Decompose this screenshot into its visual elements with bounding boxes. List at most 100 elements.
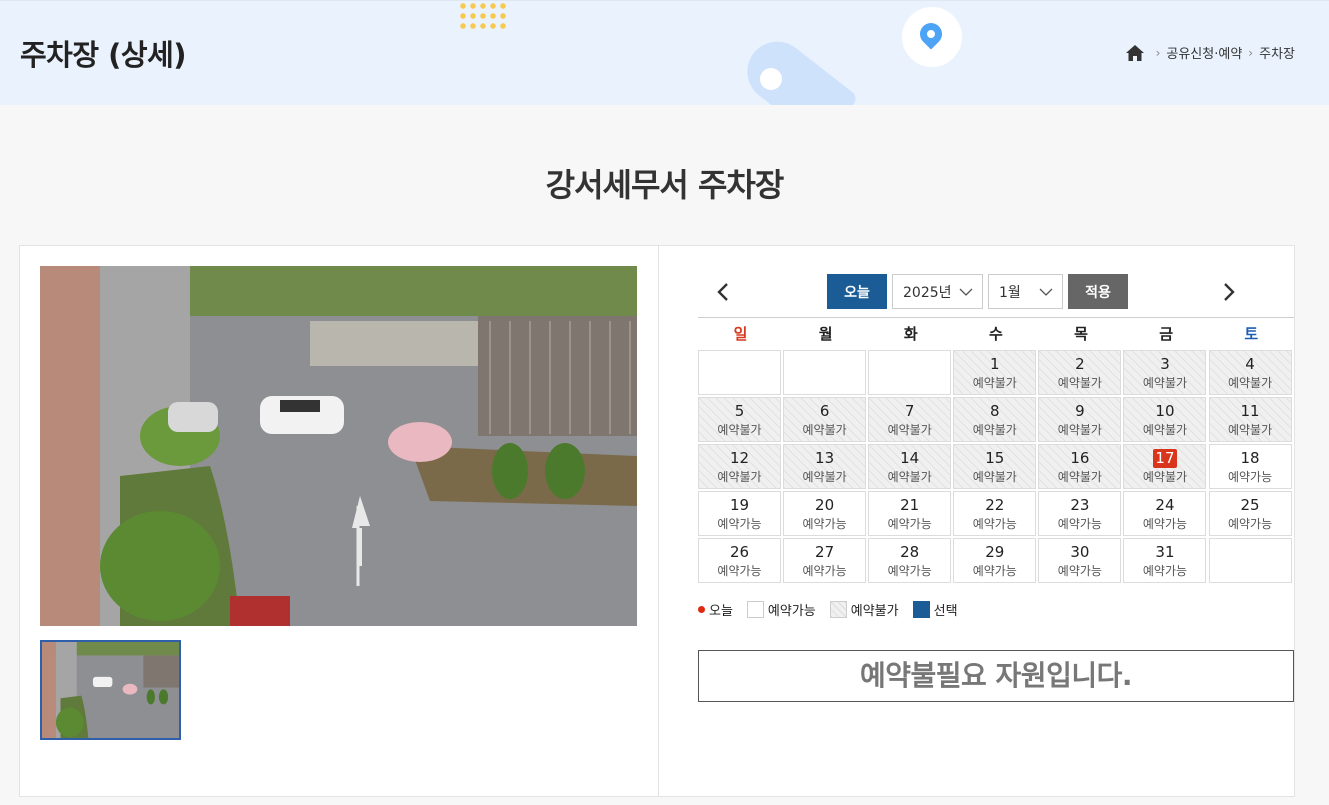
- calendar-day-24[interactable]: 24 예약가능: [1123, 491, 1207, 536]
- day-number: 29: [985, 543, 1005, 561]
- day-status: 예약가능: [1227, 470, 1273, 484]
- day-status: 예약가능: [717, 564, 762, 578]
- legend-available: 예약가능: [746, 600, 816, 619]
- calendar-empty-cell: [698, 350, 781, 395]
- month-select[interactable]: 1월: [988, 274, 1063, 309]
- today-button[interactable]: 오늘: [827, 274, 887, 309]
- day-status: 예약불가: [1057, 470, 1102, 484]
- day-status: 예약가능: [802, 564, 847, 578]
- breadcrumb-item-parking[interactable]: 주차장: [1259, 43, 1295, 62]
- day-status: 예약가능: [972, 564, 1017, 578]
- month-select-value: 1월: [999, 284, 1021, 301]
- year-select-value: 2025년: [903, 284, 952, 301]
- day-status: 예약불가: [1142, 470, 1188, 484]
- day-number: 15: [985, 449, 1005, 467]
- day-number: 16: [1070, 449, 1090, 467]
- calendar-empty-cell: [868, 350, 952, 395]
- day-number: 28: [900, 543, 920, 561]
- panel-divider: [658, 246, 659, 796]
- calendar-day-27[interactable]: 27 예약가능: [783, 538, 867, 583]
- selected-swatch: [912, 601, 930, 618]
- chevron-right-icon: ›: [1155, 45, 1161, 60]
- calendar-day-12: 12 예약불가: [698, 444, 781, 489]
- decorative-tag-shape: [735, 29, 859, 105]
- calendar-grid: 1 예약불가 2 예약불가 3 예약불가 4 예약불가 5 예약불가 6 예약불가 7 예약불가 8 예약불가…: [698, 350, 1294, 583]
- year-select[interactable]: 2025년: [892, 274, 983, 309]
- calendar-day-20[interactable]: 20 예약가능: [783, 491, 867, 536]
- calendar-day-14: 14 예약불가: [868, 444, 952, 489]
- calendar-day-2: 2 예약불가: [1038, 350, 1122, 395]
- day-number: 27: [815, 543, 835, 561]
- day-status: 예약불가: [1057, 376, 1102, 390]
- day-number: 22: [985, 496, 1005, 514]
- calendar-legend: 오늘 예약가능 예약불가 선택: [698, 600, 972, 619]
- page-title: 주차장 (상세): [20, 38, 187, 72]
- day-number: 8: [990, 402, 1000, 420]
- calendar-day-30[interactable]: 30 예약가능: [1038, 538, 1122, 583]
- prev-month-button[interactable]: [714, 282, 734, 302]
- calendar-day-18[interactable]: 18 예약가능: [1208, 444, 1292, 489]
- day-status: 예약불가: [972, 470, 1017, 484]
- calendar-empty-cell: [1208, 538, 1292, 583]
- calendar-day-25[interactable]: 25 예약가능: [1208, 491, 1292, 536]
- legend-today-label: 오늘: [709, 604, 733, 619]
- weekday-header: 일 월 화 수 목 금 토: [698, 323, 1294, 345]
- legend-unavailable: 예약불가: [829, 600, 899, 619]
- calendar-day-13: 13 예약불가: [783, 444, 867, 489]
- day-status: 예약불가: [972, 376, 1017, 390]
- calendar-day-11: 11 예약불가: [1208, 397, 1292, 442]
- decorative-dots: [458, 1, 508, 33]
- day-number: 24: [1155, 496, 1175, 514]
- breadcrumb-item-booking[interactable]: 공유신청·예약: [1166, 43, 1242, 62]
- weekday-mon: 월: [818, 325, 833, 343]
- chevron-right-icon: ›: [1248, 45, 1254, 60]
- calendar-day-8: 8 예약불가: [953, 397, 1037, 442]
- day-status: 예약불가: [1227, 423, 1273, 437]
- calendar-top-line: [698, 317, 1294, 318]
- day-number: 23: [1070, 496, 1090, 514]
- calendar-day-16: 16 예약불가: [1038, 444, 1122, 489]
- calendar-day-22[interactable]: 22 예약가능: [953, 491, 1037, 536]
- day-number: 11: [1240, 402, 1260, 420]
- day-status: 예약가능: [1142, 517, 1188, 531]
- day-status: 예약불가: [887, 423, 932, 437]
- legend-selected-label: 선택: [933, 604, 958, 619]
- legend-available-label: 예약가능: [767, 604, 816, 619]
- day-status: 예약불가: [1142, 423, 1188, 437]
- day-number: 2: [1075, 355, 1085, 373]
- available-swatch: [746, 601, 764, 618]
- weekday-wed: 수: [989, 325, 1003, 343]
- photo-thumbnail[interactable]: [40, 640, 181, 740]
- day-number: 1: [990, 355, 1000, 373]
- calendar-day-23[interactable]: 23 예약가능: [1038, 491, 1122, 536]
- weekday-tue: 화: [903, 325, 918, 343]
- calendar-day-31[interactable]: 31 예약가능: [1123, 538, 1207, 583]
- day-number: 19: [729, 496, 750, 514]
- legend-selected: 선택: [912, 600, 958, 619]
- day-number: 10: [1155, 402, 1175, 420]
- chevron-down-icon: [959, 288, 973, 296]
- calendar-empty-cell: [783, 350, 867, 395]
- next-month-button[interactable]: [1218, 282, 1238, 302]
- home-icon[interactable]: [1125, 44, 1144, 61]
- day-status: 예약불가: [802, 470, 847, 484]
- calendar-day-26[interactable]: 26 예약가능: [698, 538, 781, 583]
- day-number: 6: [819, 402, 830, 420]
- calendar-day-21[interactable]: 21 예약가능: [868, 491, 952, 536]
- day-status: 예약가능: [887, 517, 932, 531]
- day-status: 예약불가: [972, 423, 1017, 437]
- day-status: 예약가능: [717, 517, 762, 531]
- day-number: 9: [1075, 402, 1085, 420]
- calendar-day-28[interactable]: 28 예약가능: [868, 538, 952, 583]
- calendar-day-3: 3 예약불가: [1123, 350, 1207, 395]
- day-number: 5: [734, 402, 745, 420]
- weekday-sat: 토: [1244, 325, 1259, 343]
- day-status: 예약불가: [1057, 423, 1102, 437]
- weekday-sun: 일: [733, 325, 748, 343]
- calendar-day-19[interactable]: 19 예약가능: [698, 491, 781, 536]
- calendar-day-29[interactable]: 29 예약가능: [953, 538, 1037, 583]
- apply-button[interactable]: 적용: [1068, 274, 1128, 309]
- legend-today: 오늘: [698, 600, 733, 619]
- day-number: 13: [815, 449, 835, 467]
- day-number: 12: [729, 449, 750, 467]
